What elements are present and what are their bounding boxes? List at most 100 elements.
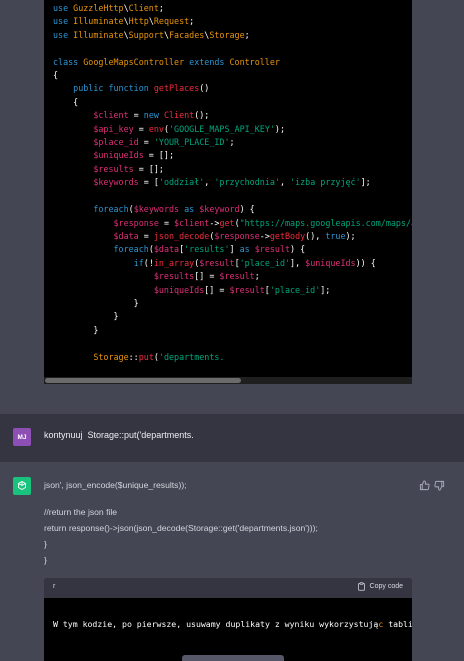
code-line: foreach($data['results'] as $result) { <box>53 243 412 256</box>
code-token: extends <box>189 56 230 67</box>
assistant-message-top: use GuzzleHttp\Client; use Illuminate\Htt… <box>0 0 464 414</box>
code-token: 'results' <box>184 244 230 255</box>
scroll-to-bottom-bar[interactable] <box>182 655 284 661</box>
code-token: json_decode <box>153 230 210 241</box>
code-token: GoogleMapsController <box>83 56 190 67</box>
code-token: public function <box>73 83 154 94</box>
code-token: $uniqueIds <box>93 150 144 161</box>
assistant-text-line-4: } <box>44 539 47 549</box>
code-token: Facades <box>168 29 205 40</box>
assistant-message: json', json_encode($unique_results)); //… <box>0 462 464 661</box>
code-token: (); <box>194 110 210 121</box>
code-token: as <box>179 204 200 215</box>
assistant-text-line-5: } <box>44 555 47 565</box>
code-line: $client = new Client(); <box>53 109 412 122</box>
code-token: = [ <box>138 177 159 188</box>
code-token: ]; <box>360 177 371 188</box>
copy-code-button[interactable]: Copy code <box>357 582 403 591</box>
assistant-text-line-3: return response()->json(json_decode(Stor… <box>44 523 318 533</box>
code-token: GuzzleHttp <box>73 3 124 13</box>
user-message-text: kontynuuj Storage::put('departments. <box>44 430 194 440</box>
code-line: $uniqueIds = []; <box>53 149 412 162</box>
php-code-block: use GuzzleHttp\Client; use Illuminate\Htt… <box>44 0 412 384</box>
code-line: if(!in_array($result['place_id'], $uniqu… <box>53 257 412 270</box>
code-token: ); <box>345 230 356 241</box>
code-token: $result <box>219 271 255 282</box>
code-token: $client <box>93 110 129 121</box>
code-line: } <box>53 324 412 337</box>
code-token: use <box>53 29 74 40</box>
code-token: foreach <box>113 244 149 255</box>
code-token: ; <box>189 16 195 27</box>
clipboard-icon <box>357 582 365 591</box>
code-token: $uniqueIds <box>153 284 205 295</box>
code-token: (! <box>143 257 154 268</box>
code-token: in_array <box>153 257 195 268</box>
code-token: 'departments. <box>158 351 225 362</box>
code-token: 'izba przyjęć' <box>290 177 361 188</box>
code-token: ], <box>290 257 306 268</box>
code-token: ; <box>244 29 250 40</box>
code-line: use Illuminate\Support\Facades\Storage; <box>53 29 412 42</box>
horizontal-scrollbar[interactable] <box>44 377 412 384</box>
code-token: $client <box>174 217 210 228</box>
code-token: )) { <box>355 257 376 268</box>
code-token: { <box>53 96 79 107</box>
code-token: :: <box>128 351 139 362</box>
code-token: Client <box>163 110 195 121</box>
code-token: $keyword <box>199 204 240 215</box>
code-line: Storage::put('departments. <box>53 351 412 364</box>
code-token: , <box>279 177 291 188</box>
code-line: public function getPlaces() <box>53 82 412 95</box>
user-avatar: MJ <box>13 428 31 446</box>
code-token: [] = <box>194 271 220 282</box>
code-token: put <box>138 351 154 362</box>
assistant-avatar <box>13 477 31 495</box>
code-token: Client <box>128 3 159 13</box>
code-token: Request <box>153 16 190 27</box>
code-token: $keywords <box>133 204 180 215</box>
code-token: get <box>219 217 235 228</box>
code-token: ); <box>274 123 285 134</box>
code-token: { <box>53 70 59 81</box>
code-token: 'place_id' <box>239 257 291 268</box>
code-token: 'YOUR_PLACE_ID' <box>153 137 230 148</box>
code-token: $result <box>254 244 291 255</box>
code-token: use <box>53 3 74 13</box>
thumbs-up-icon[interactable] <box>419 478 430 491</box>
code-line: $response = $client->get("https://maps.g… <box>53 217 412 230</box>
code-token: (), <box>305 230 326 241</box>
code-line: class GoogleMapsController extends Contr… <box>53 56 412 69</box>
code-token: Illuminate <box>73 29 124 40</box>
code-token: ) { <box>290 244 306 255</box>
code-token: } <box>53 297 139 308</box>
code-token: as <box>239 244 255 255</box>
code-text-before: W tym kodzie, po pierwsze, usuwamy dupli… <box>53 619 379 629</box>
code-token: ; <box>254 271 260 282</box>
scrollbar-thumb[interactable] <box>45 378 241 383</box>
code-line: { <box>53 69 412 82</box>
code-line: $data = json_decode($response->getBody()… <box>53 230 412 243</box>
code-token: $results <box>93 163 134 174</box>
thumbs-down-icon[interactable] <box>434 478 445 491</box>
code-token: env <box>148 123 164 134</box>
code-token: Storage <box>93 351 129 362</box>
code-line: $api_key = env('GOOGLE_MAPS_API_KEY'); <box>53 123 412 136</box>
code-token: $keywords <box>93 177 139 188</box>
code-token: $place_id <box>93 137 139 148</box>
code-token: ; <box>229 137 235 148</box>
code-token: } <box>53 311 119 322</box>
